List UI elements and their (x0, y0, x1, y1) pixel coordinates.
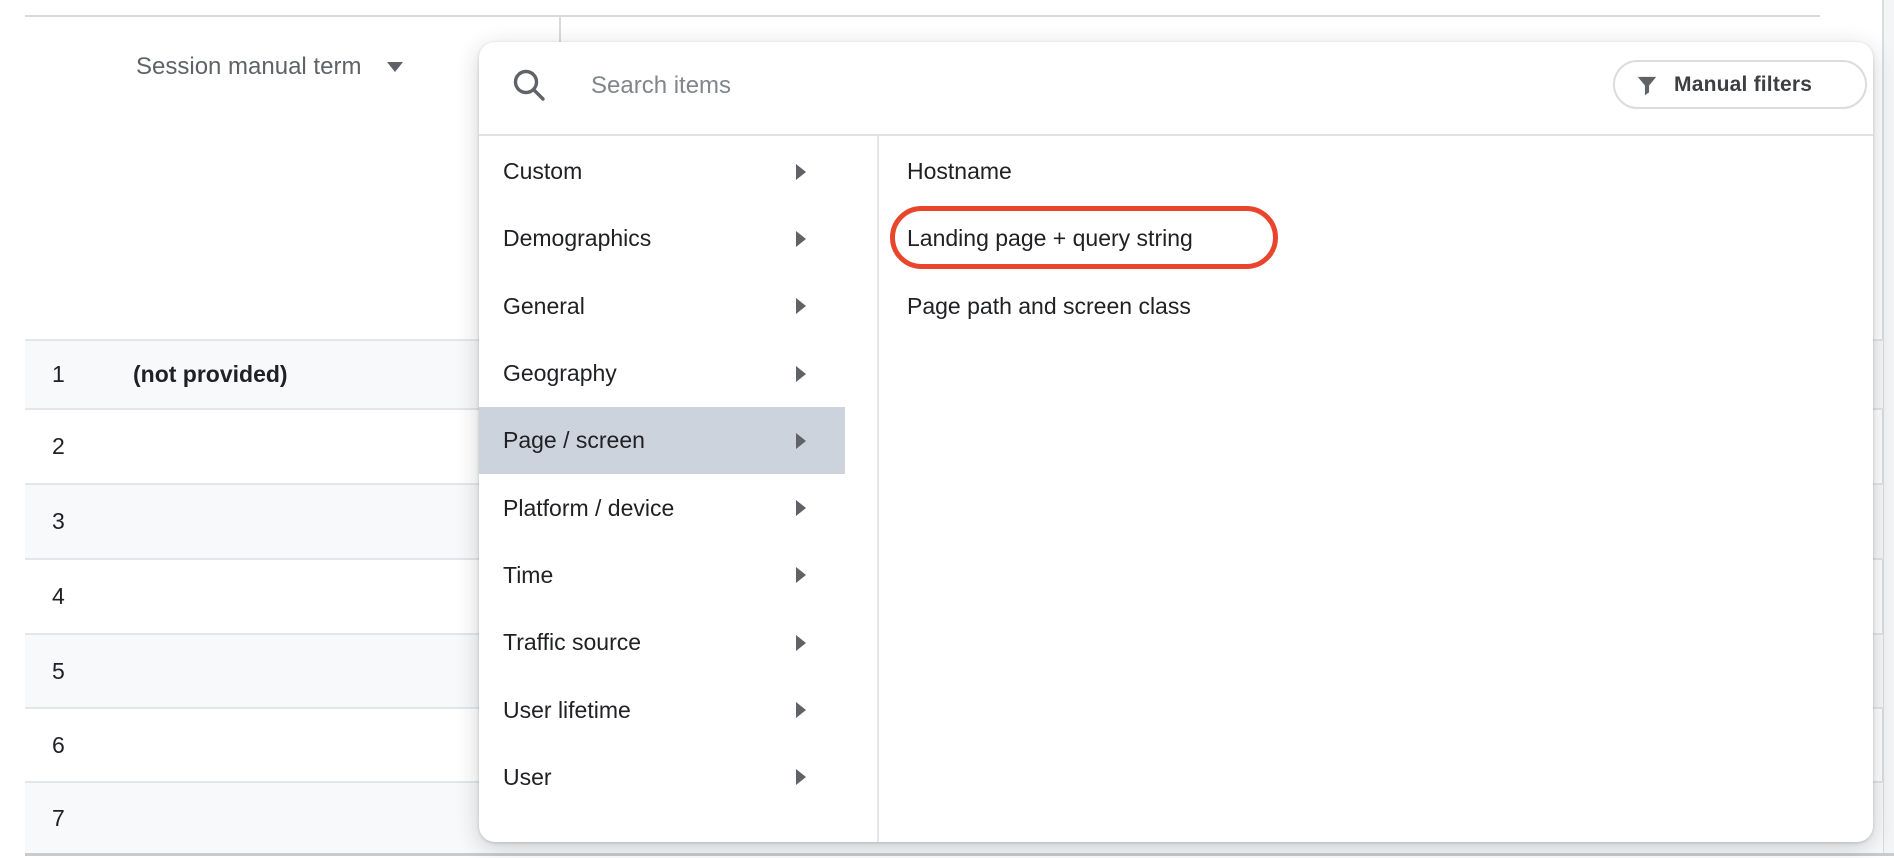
chevron-right-icon (796, 769, 806, 786)
row-number: 2 (52, 433, 65, 459)
filter-funnel-icon (1637, 76, 1657, 95)
chevron-right-icon (796, 500, 806, 517)
category-time[interactable]: Time (479, 542, 845, 609)
row-number: 4 (52, 583, 65, 609)
category-platform-device[interactable]: Platform / device (479, 474, 845, 541)
dimension-header-label: Session manual term (136, 53, 362, 80)
row-number: 3 (52, 508, 65, 534)
right-margin-strip (1884, 0, 1894, 853)
category-traffic-source[interactable]: Traffic source (479, 609, 845, 676)
manual-filters-label: Manual filters (1674, 72, 1813, 96)
dimension-picker-panel: Manual filters Custom Demographics Gener… (479, 42, 1873, 842)
chevron-right-icon (796, 634, 806, 651)
category-user-lifetime[interactable]: User lifetime (479, 676, 845, 743)
chevron-right-icon (796, 230, 806, 247)
row-number: 1 (52, 361, 65, 387)
chevron-right-icon (796, 163, 806, 180)
category-general[interactable]: General (479, 273, 845, 340)
manual-filters-button[interactable]: Manual filters (1613, 60, 1867, 109)
item-page-path-screen-class[interactable]: Page path and screen class (879, 273, 1869, 340)
category-list: Custom Demographics General Geography Pa… (479, 138, 877, 811)
category-user[interactable]: User (479, 744, 845, 811)
search-input[interactable] (591, 64, 1541, 108)
chevron-right-icon (796, 298, 806, 315)
dimension-item-list: Hostname Landing page + query string Pag… (879, 138, 1869, 340)
item-hostname[interactable]: Hostname (879, 138, 1869, 205)
row-value: (not provided) (133, 361, 288, 387)
row-number: 7 (52, 804, 65, 831)
chevron-right-icon (796, 365, 806, 382)
dimension-header-dropdown[interactable]: Session manual term (136, 53, 404, 81)
category-page-screen[interactable]: Page / screen (479, 407, 845, 475)
table-bottom-border (25, 853, 1894, 856)
row-number: 5 (52, 657, 65, 684)
item-landing-page-query-string[interactable]: Landing page + query string (879, 205, 1869, 272)
chevron-right-icon (796, 702, 806, 719)
category-geography[interactable]: Geography (479, 340, 845, 407)
category-demographics[interactable]: Demographics (479, 205, 845, 272)
table-header-rule (25, 15, 1820, 17)
search-divider (479, 134, 1873, 136)
column-divider (559, 16, 561, 43)
chevron-right-icon (796, 432, 806, 449)
chevron-right-icon (796, 567, 806, 584)
chevron-down-icon (387, 62, 404, 72)
search-icon (513, 69, 545, 101)
category-custom[interactable]: Custom (479, 138, 845, 205)
row-number: 6 (52, 731, 65, 758)
